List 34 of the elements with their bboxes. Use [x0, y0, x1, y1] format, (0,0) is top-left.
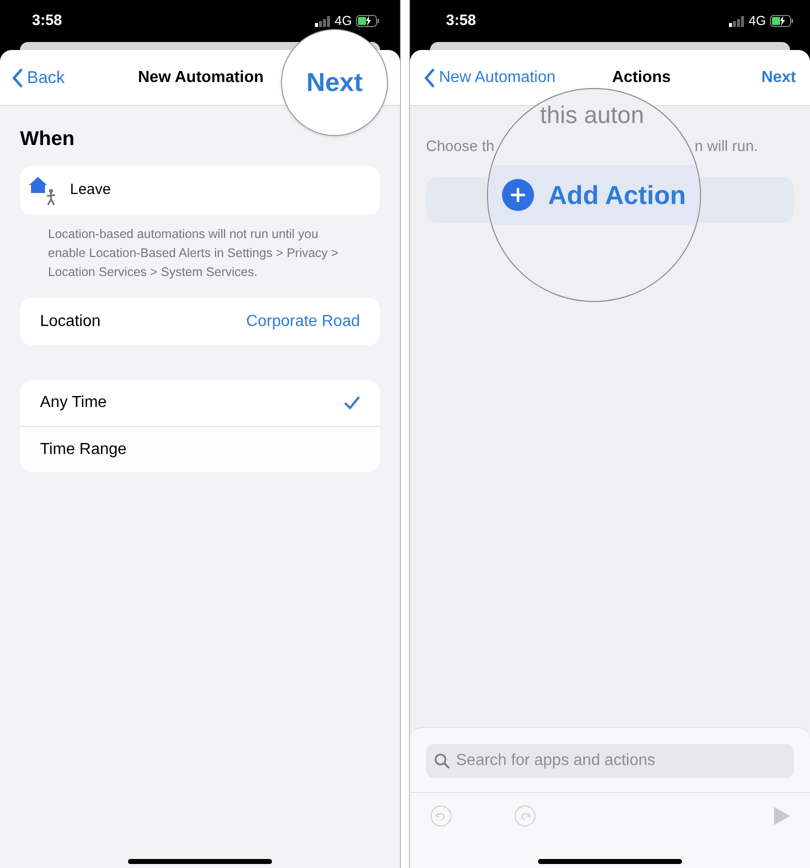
- status-time: 3:58: [446, 10, 476, 31]
- undo-icon[interactable]: [430, 805, 452, 827]
- next-button[interactable]: Next: [306, 63, 363, 102]
- play-icon[interactable]: [774, 807, 790, 825]
- signal-icon: [728, 16, 745, 26]
- section-title: When: [20, 127, 76, 152]
- checkmark-icon: [344, 396, 360, 410]
- nav-title: New Automation: [138, 68, 264, 88]
- back-chevron-icon: [12, 68, 23, 88]
- network-label: 4G: [748, 12, 766, 30]
- signal-icon: [314, 16, 331, 26]
- status-time: 3:58: [32, 10, 62, 31]
- network-label: 4G: [334, 12, 352, 30]
- location-footnote: Location-based automations will not run until you enable Location-Based Alerts in Settings > Privacy > Location Services > System Services.: [47, 226, 340, 281]
- back-button[interactable]: New Automation: [424, 66, 556, 90]
- nav-title: Actions: [612, 68, 671, 88]
- back-button[interactable]: Back: [12, 64, 65, 90]
- redo-icon[interactable]: [514, 805, 536, 827]
- trigger-card[interactable]: Leave: [20, 166, 380, 215]
- location-label: Location: [40, 312, 100, 332]
- battery-icon: [356, 15, 380, 27]
- location-value: Corporate Road: [246, 312, 360, 332]
- plus-circle-icon: [502, 179, 534, 211]
- location-row[interactable]: Location Corporate Road: [20, 298, 380, 345]
- battery-icon: [770, 15, 794, 27]
- description-fragment: Choose th: [426, 137, 494, 157]
- add-action-button[interactable]: Add Action: [488, 165, 700, 225]
- trigger-label: Leave: [70, 180, 111, 200]
- heading-fragment: this auton: [540, 103, 644, 129]
- search-field[interactable]: Search for apps and actions: [426, 744, 794, 778]
- search-icon: [434, 753, 450, 769]
- back-chevron-icon: [424, 68, 435, 88]
- description-fragment: n will run.: [694, 137, 758, 157]
- next-button[interactable]: Next: [761, 66, 796, 90]
